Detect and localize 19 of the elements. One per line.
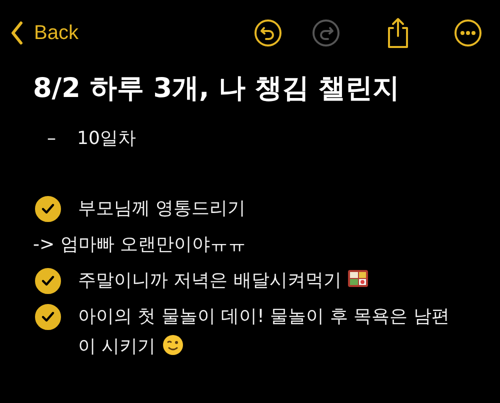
smiley-icon [162,334,184,356]
bento-icon [347,268,370,290]
checkbox[interactable] [35,196,61,222]
checkbox[interactable] [35,304,61,330]
undo-icon[interactable] [254,19,282,47]
check-icon [41,311,55,323]
back-button[interactable]: Back [10,21,78,45]
bullet: – [47,127,57,151]
checklist-text: 아이의 첫 물놀이 데이! 물놀이 후 목욕은 남편이 시키기 [78,305,450,359]
more-icon[interactable] [454,19,482,47]
note-title: 8/2 하루 3개, 나 챙김 챌린지 [33,72,400,106]
checklist-text: 주말이니까 저녁은 배달시켜먹기 [78,266,458,296]
check-icon [41,203,55,215]
checkbox[interactable] [35,268,61,294]
note-text: -> 엄마빠 오랜만이야ㅠㅠ [33,233,248,257]
list-text: 10일차 [77,127,137,151]
chevron-left-icon [10,21,24,45]
check-icon [41,275,55,287]
checklist-text: 부모님께 영통드리기 [78,197,247,221]
